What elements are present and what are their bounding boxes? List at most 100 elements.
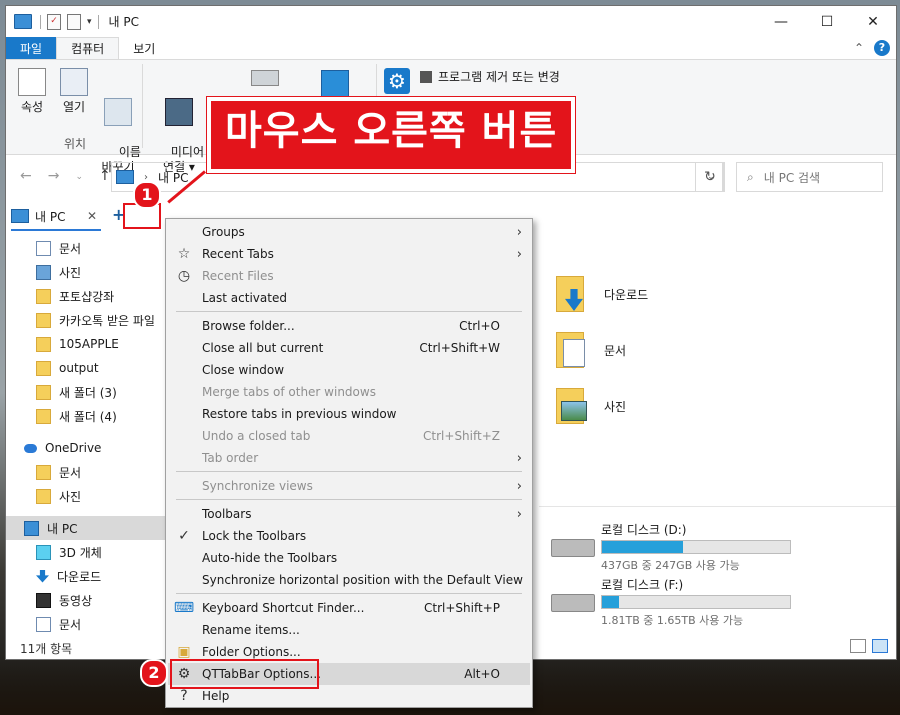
back-icon[interactable]: ←	[20, 168, 32, 186]
menu-item-label: Synchronize views	[202, 479, 313, 493]
menu-item: Tab order ›	[168, 447, 530, 469]
sidebar-item[interactable]: 새 폴더 (3)	[6, 380, 166, 404]
tab-label: 내 PC	[35, 209, 66, 224]
forward-icon[interactable]: →	[48, 168, 60, 186]
menu-item-shortcut: Ctrl+Shift+Z	[423, 429, 500, 443]
menu-item[interactable]: Toolbars ›	[168, 503, 530, 525]
properties-qat-icon[interactable]: ✓	[47, 13, 61, 30]
search-input[interactable]: ⌕ 내 PC 검색	[736, 162, 883, 192]
menu-item-label: Help	[202, 689, 230, 703]
rename-icon	[104, 98, 132, 126]
folder-icon	[36, 312, 51, 328]
hard-drive-icon	[551, 539, 595, 557]
drive-d[interactable]: 로컬 디스크 (D:) 437GB 중 247GB 사용 가능	[551, 521, 891, 572]
map-drive-button[interactable]	[248, 70, 282, 90]
minimize-button[interactable]: —	[758, 6, 804, 37]
cube-icon	[36, 544, 51, 560]
recent-locations-icon[interactable]: ⌄	[75, 168, 83, 186]
details-view-icon[interactable]	[850, 639, 866, 653]
sidebar-item-label: 105APPLE	[59, 337, 119, 351]
sidebar-item[interactable]: 다운로드	[6, 564, 166, 588]
sidebar-item[interactable]: 105APPLE	[6, 332, 166, 356]
menu-item[interactable]: Auto-hide the Toolbars	[168, 547, 530, 569]
menu-item: Synchronize views ›	[168, 475, 530, 497]
folder-icon	[556, 388, 587, 424]
sidebar-item[interactable]: 사진	[6, 260, 166, 284]
menu-item-label: Close all but current	[202, 341, 324, 355]
large-icons-view-icon[interactable]	[872, 639, 888, 653]
sidebar-item[interactable]: 내 PC	[6, 516, 166, 540]
sidebar-item[interactable]: 새 폴더 (4)	[6, 404, 166, 428]
navigation-pane: 문서 사진 포토샵강좌 카카오톡 받은 파일 105APPLE output 새 폴더 (3…	[6, 236, 166, 636]
open-button[interactable]: 열기	[56, 68, 92, 115]
uninstall-program-button[interactable]: 프로그램 제거 또는 변경	[420, 68, 560, 85]
sidebar-item[interactable]: 3D 개체	[6, 540, 166, 564]
sidebar-item[interactable]: 문서	[6, 612, 166, 636]
menu-item-shortcut: Ctrl+Shift+P	[424, 601, 500, 615]
ribbon-collapse-icon[interactable]: ⌃	[854, 41, 864, 55]
item-count: 11개 항목	[20, 642, 73, 656]
refresh-button[interactable]: ↻	[695, 162, 725, 192]
search-placeholder: 내 PC 검색	[763, 170, 821, 185]
title-bar: ✓ ▾ 내 PC — ☐ ✕	[6, 6, 896, 37]
menu-item[interactable]: Groups ›	[168, 221, 530, 243]
menu-item[interactable]: Last activated	[168, 287, 530, 309]
maximize-button[interactable]: ☐	[804, 6, 850, 37]
menu-item[interactable]: ⌨ Keyboard Shortcut Finder... Ctrl+Shift+P	[168, 597, 530, 619]
tab-file[interactable]: 파일	[6, 37, 57, 59]
up-icon[interactable]: ↑	[99, 168, 111, 186]
menu-item[interactable]: Close all but current Ctrl+Shift+W	[168, 337, 530, 359]
pc-icon	[11, 209, 29, 223]
folder-documents[interactable]: 문서	[556, 332, 626, 368]
sidebar-item-label: 다운로드	[57, 569, 102, 584]
folder-icon: ▣	[177, 644, 191, 660]
menu-item[interactable]: Rename items...	[168, 619, 530, 641]
menu-item-label: Recent Tabs	[202, 247, 274, 261]
sidebar-item[interactable]: 문서	[6, 460, 166, 484]
drive-usage-bar	[602, 596, 619, 608]
drive-f[interactable]: 로컬 디스크 (F:) 1.81TB 중 1.65TB 사용 가능	[551, 576, 891, 627]
menu-item[interactable]: ☆ Recent Tabs ›	[168, 243, 530, 265]
menu-item-label: Browse folder...	[202, 319, 295, 333]
close-button[interactable]: ✕	[850, 6, 896, 37]
folder-downloads[interactable]: 다운로드	[556, 276, 648, 312]
folder-pictures[interactable]: 사진	[556, 388, 626, 424]
folder-icon	[36, 464, 51, 480]
menu-item-label: Auto-hide the Toolbars	[202, 551, 338, 565]
check-icon: ✓	[178, 528, 190, 544]
menu-item[interactable]: ✓ Lock the Toolbars	[168, 525, 530, 547]
close-tab-icon[interactable]: ✕	[87, 209, 97, 223]
group-label-location: 위치	[64, 137, 87, 151]
menu-item[interactable]: Close window	[168, 359, 530, 381]
menu-item-label: Undo a closed tab	[202, 429, 311, 443]
sidebar-item[interactable]: 카카오톡 받은 파일	[6, 308, 166, 332]
doc-icon	[36, 240, 51, 256]
new-folder-qat-icon[interactable]	[67, 13, 81, 30]
hard-drive-icon	[551, 594, 595, 612]
sidebar-item[interactable]: OneDrive	[6, 436, 166, 460]
settings-button[interactable]: ⚙	[382, 68, 412, 98]
folder-icon	[556, 276, 584, 312]
sidebar-item[interactable]: 동영상	[6, 588, 166, 612]
menu-item-label: Folder Options...	[202, 645, 301, 659]
menu-item[interactable]: Restore tabs in previous window	[168, 403, 530, 425]
sidebar-item-label: 사진	[59, 489, 82, 504]
help-icon[interactable]: ?	[874, 40, 890, 56]
tab-view[interactable]: 보기	[119, 37, 169, 59]
qat-dropdown-icon[interactable]: ▾	[87, 17, 92, 27]
sidebar-item[interactable]: output	[6, 356, 166, 380]
sidebar-item-label: 카카오톡 받은 파일	[59, 313, 155, 328]
menu-item[interactable]: Synchronize horizontal position with the…	[168, 569, 530, 591]
sidebar-item[interactable]: 문서	[6, 236, 166, 260]
address-path[interactable]: 내 PC	[158, 169, 188, 186]
help-icon: ?	[180, 688, 188, 704]
menu-item[interactable]: Browse folder... Ctrl+O	[168, 315, 530, 337]
tab-my-pc[interactable]: 내 PC ✕	[11, 203, 101, 231]
sidebar-item[interactable]: 사진	[6, 484, 166, 508]
properties-button[interactable]: 속성	[14, 68, 50, 115]
sidebar-item-label: 동영상	[59, 593, 93, 608]
menu-item: Merge tabs of other windows	[168, 381, 530, 403]
sidebar-item-label: 문서	[59, 617, 82, 632]
tab-computer[interactable]: 컴퓨터	[56, 37, 120, 59]
sidebar-item[interactable]: 포토샵강좌	[6, 284, 166, 308]
